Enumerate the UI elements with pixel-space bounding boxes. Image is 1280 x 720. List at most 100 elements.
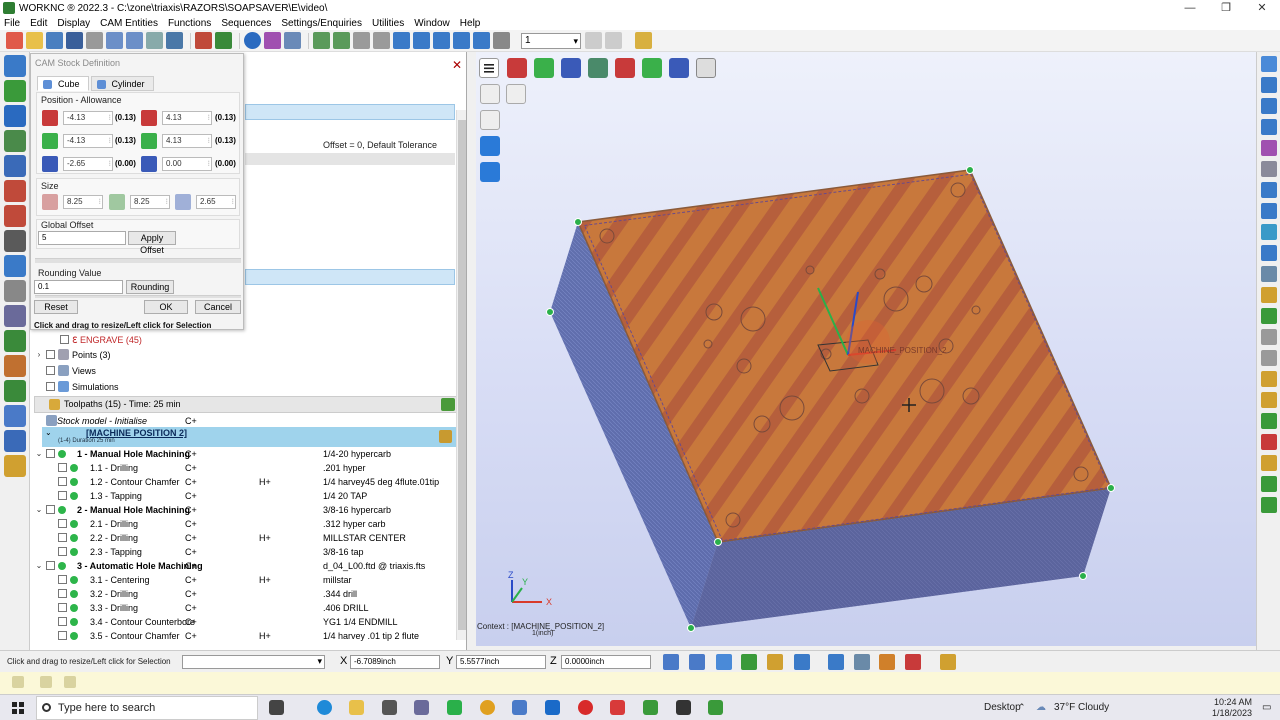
cam-icon[interactable]: [4, 55, 26, 77]
pan-icon[interactable]: [393, 32, 410, 49]
collapse-icon[interactable]: ⌄: [34, 503, 44, 517]
section-icon[interactable]: [794, 654, 810, 670]
operation-row[interactable]: 2.2 - Drilling C+ H+ MILLSTAR CENTER: [30, 531, 455, 545]
checkbox[interactable]: [58, 477, 67, 486]
task-view-icon[interactable]: [269, 700, 284, 715]
verify-icon[interactable]: [4, 380, 26, 402]
tab-cylinder[interactable]: Cylinder: [90, 76, 154, 91]
hide-icon[interactable]: [828, 654, 844, 670]
app-icon[interactable]: [414, 700, 429, 715]
orbit-icon[interactable]: [473, 32, 490, 49]
right-tool-icon[interactable]: [1261, 287, 1277, 303]
apply-offset-button[interactable]: Apply Offset: [128, 231, 176, 255]
right-tool-icon[interactable]: [1261, 77, 1277, 93]
right-tool-icon[interactable]: [1261, 413, 1277, 429]
selection-combo[interactable]: [182, 655, 325, 669]
right-tool-icon[interactable]: [1261, 434, 1277, 450]
checkbox[interactable]: [58, 631, 67, 640]
operation-row[interactable]: 3.2 - Drilling C+ .344 drill: [30, 587, 455, 601]
right-tool-icon[interactable]: [1261, 140, 1277, 156]
spin-up-icon[interactable]: [585, 32, 602, 49]
grid-icon[interactable]: [146, 32, 163, 49]
add-toolpath-icon[interactable]: [441, 398, 455, 411]
operation-row[interactable]: 2.1 - Drilling C+ .312 hyper carb: [30, 517, 455, 531]
operation-row[interactable]: ⌄ 2 - Manual Hole Machining C+ 3/8-16 hyper…: [30, 503, 455, 517]
size-y-field[interactable]: 8.25: [130, 195, 170, 209]
right-tool-icon[interactable]: [1261, 476, 1277, 492]
strip-icon[interactable]: [12, 676, 24, 688]
machine-icon[interactable]: [4, 330, 26, 352]
pin-icon[interactable]: [635, 32, 652, 49]
tool-holder-icon[interactable]: [4, 230, 26, 252]
right-tool-icon[interactable]: [1261, 119, 1277, 135]
checkbox[interactable]: [58, 547, 67, 556]
menu-help[interactable]: Help: [460, 18, 481, 29]
right-tool-icon[interactable]: [1261, 98, 1277, 114]
menu-window[interactable]: Window: [414, 18, 450, 29]
curve-icon[interactable]: [4, 180, 26, 202]
rotate-z-icon[interactable]: [433, 32, 450, 49]
post-icon[interactable]: [4, 305, 26, 327]
checkbox[interactable]: [46, 561, 55, 570]
menu-functions[interactable]: Functions: [168, 18, 211, 29]
y-coord-field[interactable]: 5.5577inch: [456, 655, 546, 669]
operation-row[interactable]: 1.3 - Tapping C+ 1/4 20 TAP: [30, 489, 455, 503]
frame-icon[interactable]: [333, 32, 350, 49]
tab-cube[interactable]: Cube: [37, 76, 89, 91]
axis-icon[interactable]: [215, 32, 232, 49]
tree-selected-row[interactable]: [245, 104, 455, 120]
operation-row[interactable]: 3.5 - Contour Chamfer C+ H+ 1/4 harvey .01 …: [30, 629, 455, 643]
reset-button[interactable]: Reset: [34, 300, 78, 314]
right-tool-icon[interactable]: [1261, 350, 1277, 366]
save-icon[interactable]: [66, 32, 83, 49]
size-x-field[interactable]: 8.25: [63, 195, 103, 209]
right-tool-icon[interactable]: [1261, 224, 1277, 240]
outlook-icon[interactable]: [545, 700, 560, 715]
checkbox[interactable]: [58, 519, 67, 528]
redo-icon[interactable]: [126, 32, 143, 49]
settings-icon[interactable]: [4, 455, 26, 477]
x-coord-field[interactable]: -6.7089inch: [350, 655, 440, 669]
checkbox[interactable]: [58, 603, 67, 612]
edge-icon[interactable]: [317, 700, 332, 715]
import-icon[interactable]: [46, 32, 63, 49]
xmin-field[interactable]: -4.13: [63, 111, 113, 125]
cancel-button[interactable]: Cancel: [195, 300, 241, 314]
right-tool-icon[interactable]: [1261, 371, 1277, 387]
menu-utilities[interactable]: Utilities: [372, 18, 404, 29]
menu-settings[interactable]: Settings/Enquiries: [281, 18, 362, 29]
checkbox[interactable]: [46, 350, 55, 359]
stock-model-render[interactable]: MACHINE_POSITION_2 X Z Y: [476, 52, 1256, 646]
checkbox[interactable]: [58, 491, 67, 500]
operation-row[interactable]: 3.1 - Centering C+ H+ millstar: [30, 573, 455, 587]
right-tool-icon[interactable]: [1261, 203, 1277, 219]
scroll-thumb[interactable]: [458, 120, 466, 630]
undo-icon[interactable]: [106, 32, 123, 49]
right-tool-icon[interactable]: [1261, 182, 1277, 198]
notification-icon[interactable]: ▭: [1262, 702, 1271, 713]
checkbox[interactable]: [58, 575, 67, 584]
record-icon[interactable]: [905, 654, 921, 670]
close-button[interactable]: ✕: [1244, 0, 1280, 16]
store-icon[interactable]: [382, 700, 397, 715]
rounding-field[interactable]: 0.1: [34, 280, 123, 294]
shaded-view-icon[interactable]: [244, 32, 261, 49]
measure-icon[interactable]: [4, 280, 26, 302]
menu-edit[interactable]: Edit: [30, 18, 47, 29]
open-folder-icon[interactable]: [26, 32, 43, 49]
right-tool-icon[interactable]: [1261, 455, 1277, 471]
fit-icon[interactable]: [313, 32, 330, 49]
operation-row[interactable]: 3.3 - Drilling C+ .406 DRILL: [30, 601, 455, 615]
checkbox[interactable]: [58, 463, 67, 472]
operation-row[interactable]: ⌄ 1 - Manual Hole Machining C+ 1/4-20 hyper…: [30, 447, 455, 461]
collapse-icon[interactable]: ⌄: [34, 559, 44, 573]
tree-row-views[interactable]: Views: [30, 364, 455, 378]
expand-icon[interactable]: ›: [34, 348, 44, 362]
rotate-icon[interactable]: [413, 32, 430, 49]
zoom-window-icon[interactable]: [373, 32, 390, 49]
minimize-button[interactable]: —: [1172, 0, 1208, 16]
worknc-active-icon[interactable]: [708, 700, 723, 715]
checkbox[interactable]: [60, 335, 69, 344]
spin-down-icon[interactable]: [605, 32, 622, 49]
menu-file[interactable]: File: [4, 18, 20, 29]
